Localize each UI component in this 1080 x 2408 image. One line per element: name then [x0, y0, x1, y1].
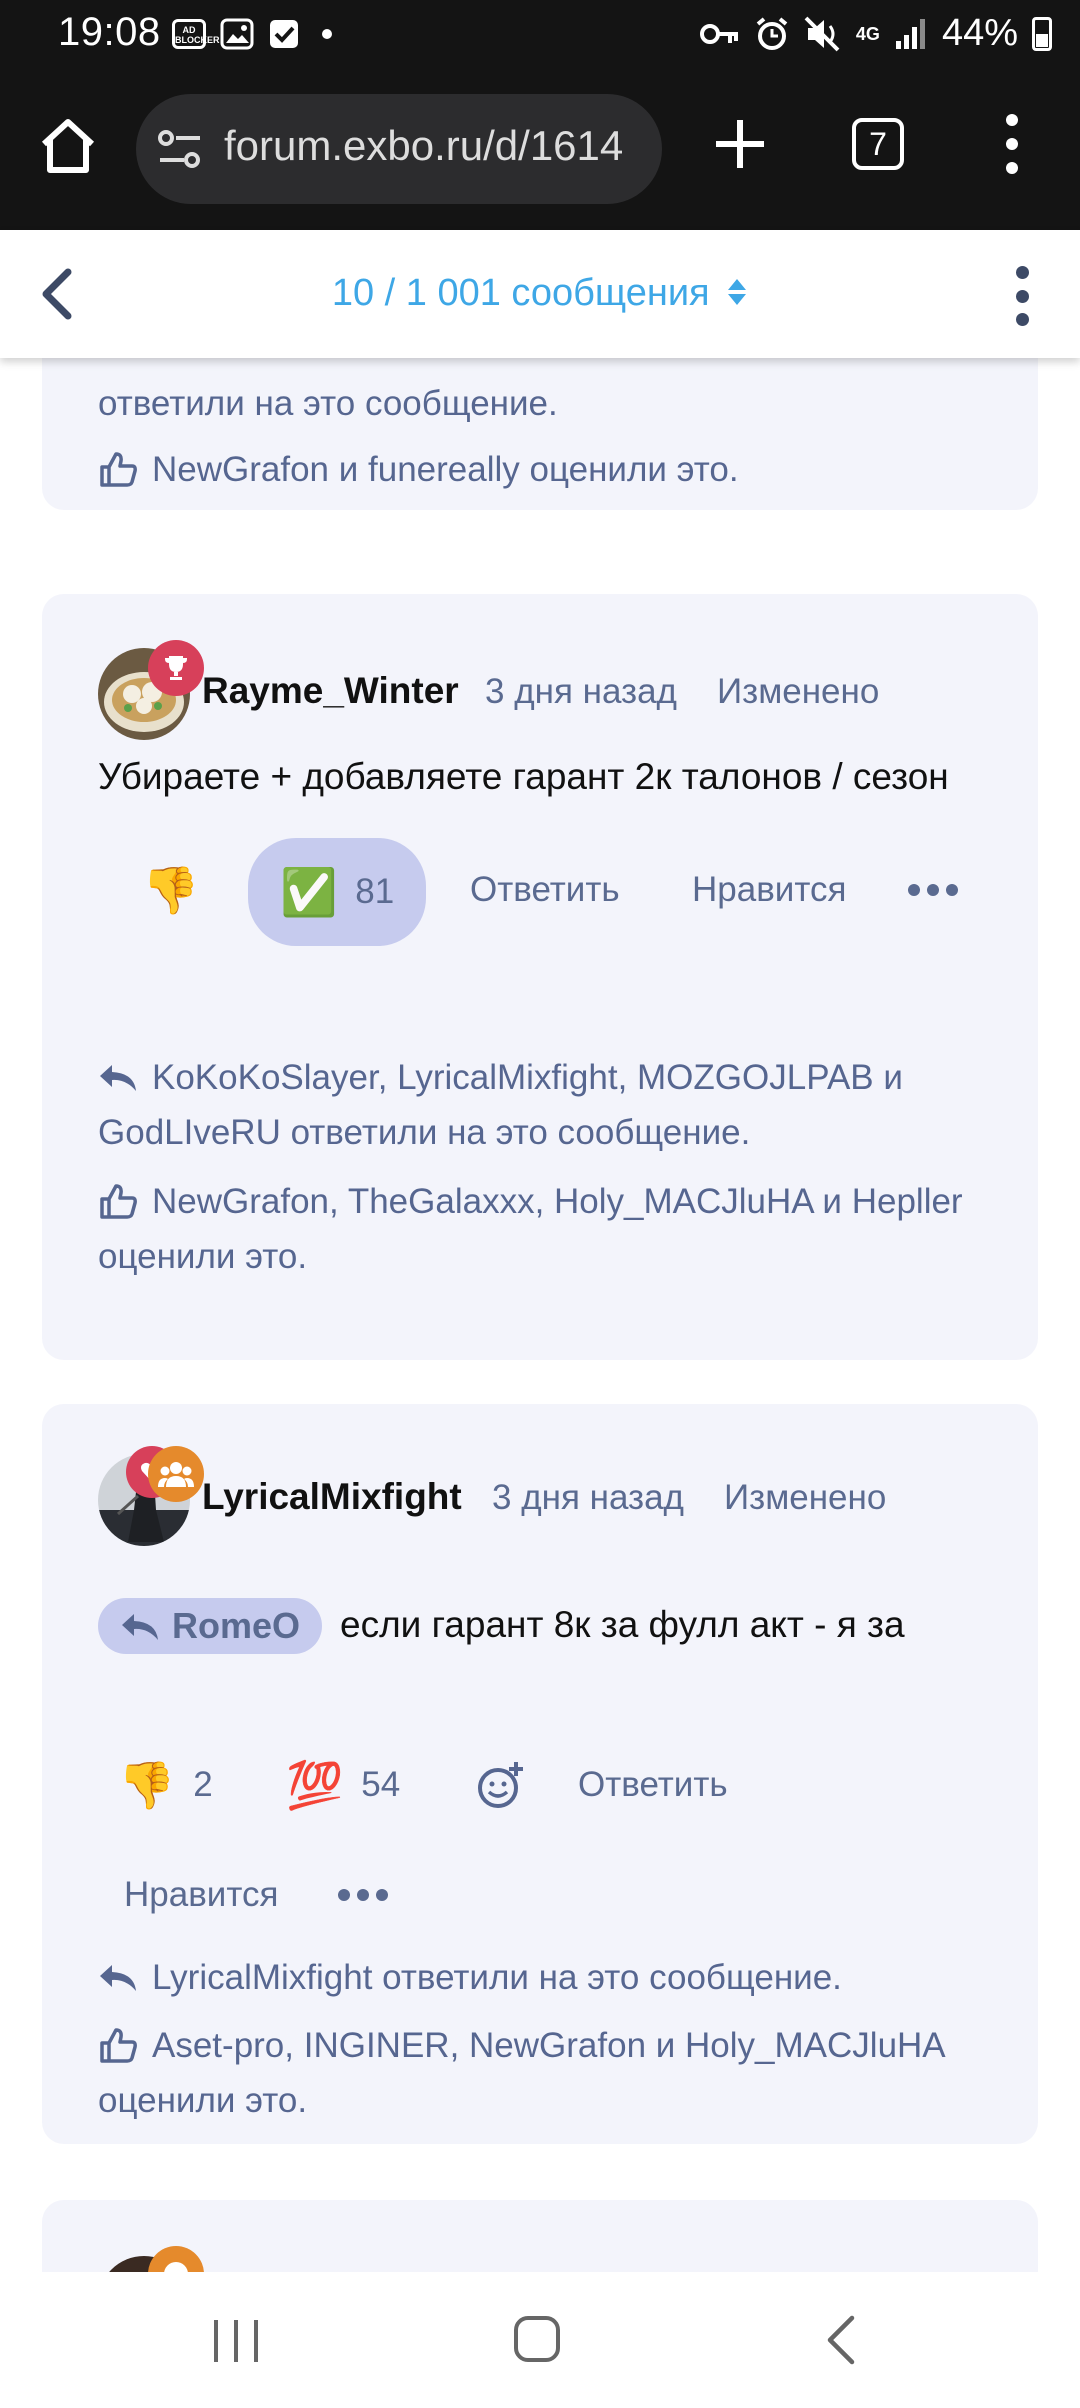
- system-navigation-bar: [0, 2272, 1080, 2408]
- like-button[interactable]: Нравится: [124, 1852, 278, 1938]
- post-body: если гарант 8к за фулл акт - я за: [340, 1604, 905, 1645]
- new-tab-icon[interactable]: [712, 116, 768, 172]
- discussion-menu-button[interactable]: [1014, 266, 1030, 326]
- badge-trophy: [148, 640, 204, 696]
- likes-text[interactable]: NewGrafon, TheGalaxxx, Holy_MACJluHA и H…: [98, 1182, 963, 1276]
- reply-arrow-icon: [100, 1965, 136, 1991]
- like-label: Нравится: [692, 870, 847, 909]
- likes-text[interactable]: NewGrafon и funereally оценили это.: [152, 450, 739, 489]
- reaction-count: 2: [193, 1765, 213, 1804]
- likes-line: NewGrafon и funereally оценили это.: [98, 442, 998, 497]
- post-more-button[interactable]: [338, 1852, 388, 1938]
- post-card: [42, 2200, 1038, 2272]
- replies-text[interactable]: KoKoKoSlayer, LyricalMixfight, MOZGOJLPA…: [98, 1058, 903, 1152]
- reply-button[interactable]: Ответить: [578, 1740, 728, 1830]
- mention-chip[interactable]: RomeO: [98, 1598, 323, 1654]
- likes-line: Aset-pro, INGINER, NewGrafon и Holy_MACJ…: [98, 2018, 998, 2128]
- badge-group: [148, 1446, 204, 1502]
- replies-line: ответили на это сообщение.: [98, 376, 998, 431]
- thumbs-up-icon: [100, 2028, 137, 2063]
- gallery-icon: [220, 18, 254, 50]
- post-username[interactable]: Rayme_Winter: [202, 670, 459, 712]
- notification-icons: AD BLOCKER: [172, 18, 332, 50]
- reaction-count: 54: [361, 1765, 401, 1804]
- smile-icon: [164, 2262, 188, 2272]
- post-card: LyricalMixfight 3 дня назад Изменено Rom…: [42, 1404, 1038, 2144]
- reaction-count: 81: [355, 872, 395, 911]
- check-mark-emoji: ✅: [280, 865, 338, 918]
- add-emoji-icon: [478, 1762, 523, 1808]
- forum-header: 10 / 1 001 сообщения: [0, 230, 1080, 358]
- post-card: ответили на это сообщение. NewGrafon и f…: [42, 358, 1038, 510]
- key-icon: [699, 23, 738, 44]
- browser-toolbar: forum.exbo.ru/d/1614 7: [0, 68, 1080, 230]
- alarm-icon: [756, 16, 788, 50]
- badge-group: [148, 2246, 204, 2272]
- users-icon: [158, 1462, 194, 1487]
- edited-indicator[interactable]: Изменено: [724, 1478, 886, 1518]
- thumbs-up-icon: [100, 1184, 137, 1219]
- system-indicators: 4G 44%: [699, 12, 1052, 55]
- reply-button[interactable]: Ответить: [470, 836, 620, 944]
- reaction-dislike[interactable]: 👎 2: [118, 1740, 213, 1830]
- replies-line: LyricalMixfight ответили на это сообщени…: [98, 1950, 998, 2005]
- home-icon[interactable]: [38, 116, 98, 176]
- replies-line: KoKoKoSlayer, LyricalMixfight, MOZGOJLPA…: [98, 1050, 998, 1160]
- post-progress-text[interactable]: 10 / 1 001 сообщения: [332, 272, 710, 314]
- hundred-points-emoji: 💯: [286, 1758, 344, 1811]
- checkbox-icon: [270, 20, 298, 48]
- mute-icon: [804, 16, 840, 51]
- trophy-icon: [165, 656, 187, 680]
- thumbs-down-emoji: 👎: [142, 863, 200, 916]
- status-time: 19:08: [58, 10, 161, 54]
- back-icon[interactable]: [822, 2314, 862, 2366]
- status-bar: 19:08 AD BLOCKER 4G 44%: [0, 0, 1080, 68]
- post-time[interactable]: 3 дня назад: [485, 672, 677, 712]
- add-reaction-button[interactable]: [476, 1740, 526, 1830]
- tab-switcher-button[interactable]: 7: [852, 118, 904, 170]
- reaction-hundred[interactable]: 💯 54: [286, 1740, 400, 1830]
- signal-icon: [895, 18, 925, 49]
- post-more-button[interactable]: [908, 836, 958, 944]
- edited-indicator[interactable]: Изменено: [717, 672, 879, 712]
- site-settings-icon[interactable]: [158, 130, 202, 170]
- like-label: Нравится: [124, 1875, 279, 1914]
- reaction-check[interactable]: ✅ 81: [248, 838, 427, 946]
- reply-arrow-icon: [100, 1065, 136, 1091]
- thumbs-down-emoji: 👎: [118, 1758, 176, 1811]
- reply-arrow-icon: [122, 1614, 158, 1640]
- like-button[interactable]: Нравится: [692, 836, 846, 944]
- more-notifications-dot: [322, 29, 332, 39]
- likes-text[interactable]: Aset-pro, INGINER, NewGrafon и Holy_MACJ…: [98, 2026, 944, 2120]
- address-bar[interactable]: forum.exbo.ru/d/1614: [136, 94, 662, 204]
- post-scrubber[interactable]: 10 / 1 001 сообщения: [0, 272, 1080, 315]
- recent-apps-button[interactable]: [214, 2320, 258, 2362]
- network-type: 4G: [855, 23, 880, 44]
- reply-label: Ответить: [578, 1765, 728, 1804]
- more-dots-icon: [338, 1889, 388, 1901]
- more-dots-icon: [908, 884, 958, 896]
- post-username[interactable]: LyricalMixfight: [202, 1476, 462, 1518]
- browser-menu-button[interactable]: [1004, 114, 1020, 174]
- mention-username: RomeO: [172, 1605, 301, 1646]
- url-text[interactable]: forum.exbo.ru/d/1614: [224, 122, 623, 170]
- reaction-dislike[interactable]: 👎: [142, 836, 199, 944]
- post-body: Убираете + добавляете гарант 2к талонов …: [98, 756, 949, 797]
- replies-text[interactable]: ответили на это сообщение.: [98, 384, 558, 423]
- sort-arrows-icon[interactable]: [726, 277, 748, 307]
- home-button[interactable]: [514, 2316, 560, 2362]
- post-time[interactable]: 3 дня назад: [492, 1478, 684, 1518]
- battery-percent: 44%: [941, 12, 1018, 54]
- battery-icon: [1032, 16, 1052, 51]
- likes-line: NewGrafon, TheGalaxxx, Holy_MACJluHA и H…: [98, 1174, 998, 1284]
- reply-label: Ответить: [470, 870, 620, 909]
- replies-text[interactable]: LyricalMixfight ответили на это сообщени…: [152, 1958, 842, 1997]
- post-stream: ответили на это сообщение. NewGrafon и f…: [0, 358, 1080, 2272]
- post-card: Rayme_Winter 3 дня назад Изменено Убирае…: [42, 594, 1038, 1360]
- thumbs-up-icon: [100, 452, 137, 487]
- ad-blocker-icon: AD BLOCKER: [172, 19, 220, 49]
